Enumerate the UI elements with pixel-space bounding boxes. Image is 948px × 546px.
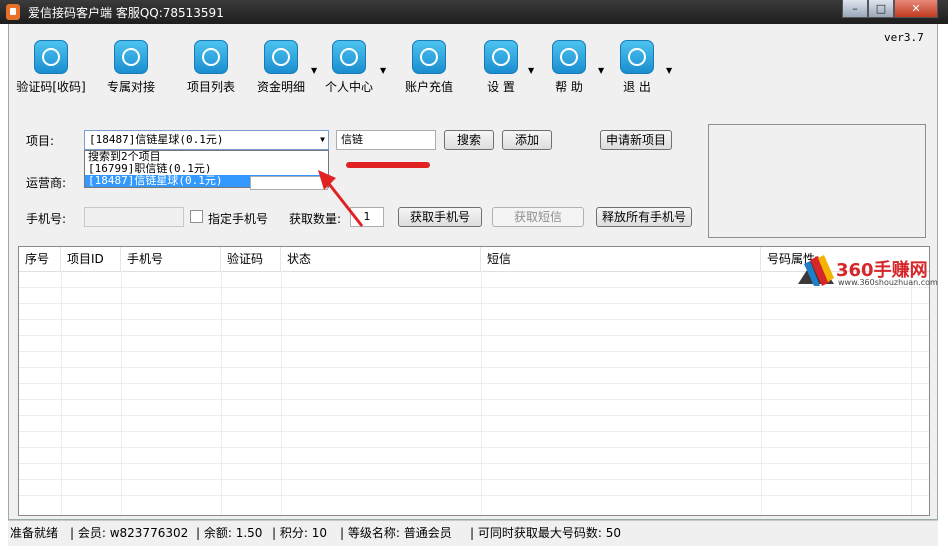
close-button[interactable]: ✕ [894,0,938,18]
chevron-down-icon[interactable]: ▼ [311,66,317,75]
toolbar-personal-center[interactable]: 个人中心 [322,40,376,95]
toolbar-label: 设 置 [487,80,515,94]
phone-label: 手机号: [26,212,67,226]
document-icon [264,40,298,74]
status-points: | 积分: 10 [272,526,327,540]
specify-phone-label: 指定手机号 [208,212,269,226]
window-title: 爱信接码客户端 客服QQ:78513591 [28,6,224,20]
status-level: | 等级名称: 普通会员 [340,526,452,540]
toolbar-label: 账户充值 [404,80,453,94]
id-card-icon [332,40,366,74]
red-arrow-annotation [318,170,364,227]
column-header[interactable]: 手机号 [121,247,221,271]
toolbar-label: 资金明细 [256,80,305,94]
column-header[interactable]: 短信 [481,247,761,271]
column-header[interactable]: 项目ID [61,247,121,271]
toolbar-funds-detail[interactable]: 资金明细 [254,40,308,95]
specify-phone-checkbox[interactable] [190,210,203,223]
toolbar-sms-code[interactable]: 验证码[收码] [16,40,86,95]
help-icon [552,40,586,74]
title-bar: 爱信接码客户端 客服QQ:78513591 – □ ✕ [0,0,948,24]
chevron-down-icon[interactable]: ▼ [598,66,604,75]
phone-table[interactable]: 序号 项目ID 手机号 验证码 状态 短信 号码属性 [18,246,930,516]
search-input[interactable]: 信链 [336,130,436,150]
release-all-phones-button[interactable]: 释放所有手机号 [596,207,692,227]
link-icon [114,40,148,74]
add-button[interactable]: 添加 [502,130,552,150]
watermark-logo-icon [798,255,834,286]
table-header: 序号 项目ID 手机号 验证码 状态 短信 号码属性 [19,247,929,272]
maximize-button[interactable]: □ [868,0,894,18]
get-sms-button[interactable]: 获取短信 [492,207,584,227]
toolbar-settings[interactable]: 设 置 [474,40,528,95]
list-icon [194,40,228,74]
version-label: ver3.7 [884,31,924,44]
column-header[interactable]: 验证码 [221,247,281,271]
toolbar-label: 退 出 [623,80,651,94]
toolbar-recharge[interactable]: 账户充值 [402,40,456,95]
red-underline-annotation [346,162,430,168]
watermark-url: www.360shouzhuan.com [838,278,938,287]
app-icon [6,4,20,20]
chevron-down-icon[interactable]: ▼ [666,66,672,75]
sms-code-icon [34,40,68,74]
chevron-down-icon[interactable]: ▼ [320,131,325,149]
toolbar-label: 帮 助 [555,80,583,94]
toolbar-exclusive-link[interactable]: 专属对接 [104,40,158,95]
status-max-fetch: | 可同时获取最大号码数: 50 [470,526,621,540]
get-phone-button[interactable]: 获取手机号 [398,207,482,227]
project-label: 项目: [26,134,55,148]
toolbar-label: 验证码[收码] [16,80,86,94]
search-button[interactable]: 搜索 [444,130,494,150]
project-select[interactable]: [18487]信链星球(0.1元) ▼ [84,130,329,150]
chevron-down-icon[interactable]: ▼ [528,66,534,75]
carrier-label: 运营商: [26,176,67,190]
toolbar-help[interactable]: 帮 助 [542,40,596,95]
status-member: | 会员: w823776302 [70,526,189,540]
project-selected-value: [18487]信链星球(0.1元) [89,133,224,146]
minimize-button[interactable]: – [842,0,868,18]
toolbar-label: 个人中心 [324,80,373,94]
power-icon [620,40,654,74]
phone-input[interactable] [84,207,184,227]
watermark: 360手赚网 www.360shouzhuan.com [796,252,941,292]
column-header[interactable]: 状态 [281,247,481,271]
column-header[interactable]: 序号 [19,247,61,271]
gear-icon [484,40,518,74]
toolbar-label: 项目列表 [186,80,235,94]
status-balance: | 余额: 1.50 [196,526,263,540]
money-bag-icon [412,40,446,74]
toolbar-label: 专属对接 [106,80,155,94]
apply-new-project-button[interactable]: 申请新项目 [600,130,672,150]
status-ready: 准备就绪 [10,526,59,540]
status-bar: 准备就绪 | 会员: w823776302 | 余额: 1.50 | 积分: 1… [8,520,938,546]
preview-panel [708,124,926,238]
toolbar-exit[interactable]: 退 出 [610,40,664,95]
chevron-down-icon[interactable]: ▼ [380,66,386,75]
toolbar-project-list[interactable]: 项目列表 [184,40,238,95]
